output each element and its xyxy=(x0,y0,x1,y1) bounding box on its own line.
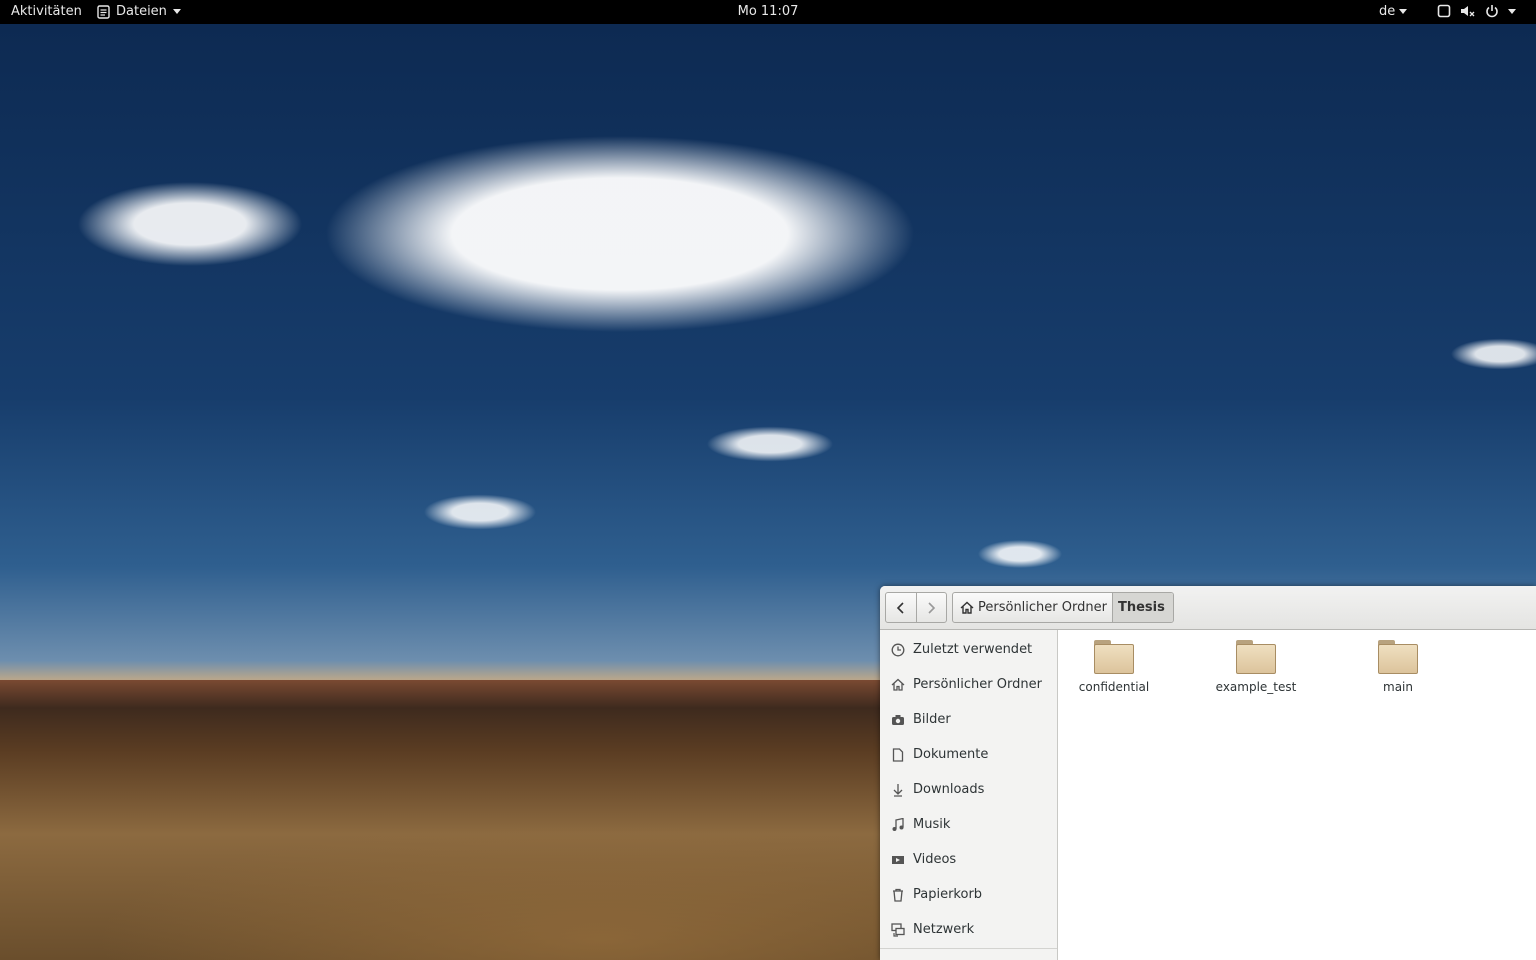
breadcrumb-home[interactable]: Persönlicher Ordner xyxy=(953,593,1112,622)
sidebar-item-music[interactable]: Musik xyxy=(880,807,1057,842)
sidebar-item-home[interactable]: Persönlicher Ordner xyxy=(880,667,1057,702)
download-icon xyxy=(890,782,906,798)
sidebar-item-label: Netzwerk xyxy=(913,922,975,937)
sidebar-item-label: Musik xyxy=(913,817,951,832)
sidebar-item-label: Dokumente xyxy=(913,747,989,762)
sidebar-item-label: Bilder xyxy=(913,712,951,727)
sidebar-item-recent[interactable]: Zuletzt verwendet xyxy=(880,632,1057,667)
folder-icon xyxy=(1236,640,1276,674)
home-icon xyxy=(890,677,906,693)
app-menu-label: Dateien xyxy=(116,4,167,19)
clock-button[interactable]: Mo 11:07 xyxy=(738,4,799,19)
sidebar-item-label: Persönlicher Ordner xyxy=(913,677,1042,692)
chevron-down-icon xyxy=(1399,9,1408,14)
app-menu-button[interactable]: Dateien xyxy=(97,4,181,19)
sidebar-item-network[interactable]: Netzwerk xyxy=(880,912,1057,947)
folder-name: example_test xyxy=(1215,680,1297,694)
power-icon xyxy=(1486,5,1498,18)
sidebar-item-pictures[interactable]: Bilder xyxy=(880,702,1057,737)
folder-name: confidential xyxy=(1078,680,1150,694)
sidebar-item-label: Downloads xyxy=(913,782,985,797)
folder-item[interactable]: example_test xyxy=(1201,640,1311,700)
activities-button[interactable]: Aktivitäten xyxy=(11,4,82,19)
sidebar-item-documents[interactable]: Dokumente xyxy=(880,737,1057,772)
breadcrumb-home-label: Persönlicher Ordner xyxy=(978,600,1107,615)
forward-button[interactable] xyxy=(915,593,947,622)
sidebar-divider xyxy=(880,948,1057,949)
trash-icon xyxy=(890,887,906,903)
camera-icon xyxy=(890,712,906,728)
sidebar-item-videos[interactable]: Videos xyxy=(880,842,1057,877)
folder-name: main xyxy=(1383,680,1413,694)
sidebar-item-label: Papierkorb xyxy=(913,887,983,902)
video-icon xyxy=(890,852,906,868)
window-header: Persönlicher Ordner Thesis xyxy=(880,586,1536,630)
home-icon xyxy=(960,601,974,614)
keyboard-layout-button[interactable]: de xyxy=(1379,4,1408,19)
folder-icon xyxy=(1094,640,1134,674)
network-icon xyxy=(890,922,906,938)
folder-item[interactable]: main xyxy=(1343,640,1453,700)
chevron-down-icon xyxy=(172,9,181,14)
system-menu-button[interactable] xyxy=(1437,4,1516,18)
screen-icon xyxy=(1437,4,1451,18)
chevron-left-icon xyxy=(896,601,904,614)
wallpaper-landscape xyxy=(0,680,880,960)
volume-muted-icon xyxy=(1461,6,1475,17)
navigation-buttons xyxy=(885,592,947,623)
chevron-down-icon xyxy=(1508,8,1516,14)
folder-item[interactable]: confidential xyxy=(1059,640,1169,700)
clock-icon xyxy=(890,642,906,658)
sidebar-item-label: Zuletzt verwendet xyxy=(913,642,1033,657)
folder-icon xyxy=(1378,640,1418,674)
places-sidebar: Zuletzt verwendet Persönlicher Ordner Bi… xyxy=(880,630,1058,960)
sidebar-item-label: Videos xyxy=(913,852,957,867)
folder-view: confidential example_test main xyxy=(1058,630,1536,960)
sidebar-item-downloads[interactable]: Downloads xyxy=(880,772,1057,807)
keyboard-layout-label: de xyxy=(1379,4,1396,19)
breadcrumb: Persönlicher Ordner Thesis xyxy=(952,592,1174,623)
music-icon xyxy=(890,817,906,833)
back-button[interactable] xyxy=(886,593,916,622)
top-bar: Aktivitäten Dateien Mo 11:07 de xyxy=(0,0,1536,24)
document-icon xyxy=(890,747,906,763)
breadcrumb-thesis[interactable]: Thesis xyxy=(1111,593,1173,622)
sidebar-item-trash[interactable]: Papierkorb xyxy=(880,877,1057,912)
file-manager-window: Persönlicher Ordner Thesis Zuletzt verwe… xyxy=(880,586,1536,960)
chevron-right-icon xyxy=(928,601,936,614)
files-app-icon xyxy=(97,4,110,19)
breadcrumb-thesis-label: Thesis xyxy=(1117,600,1165,615)
